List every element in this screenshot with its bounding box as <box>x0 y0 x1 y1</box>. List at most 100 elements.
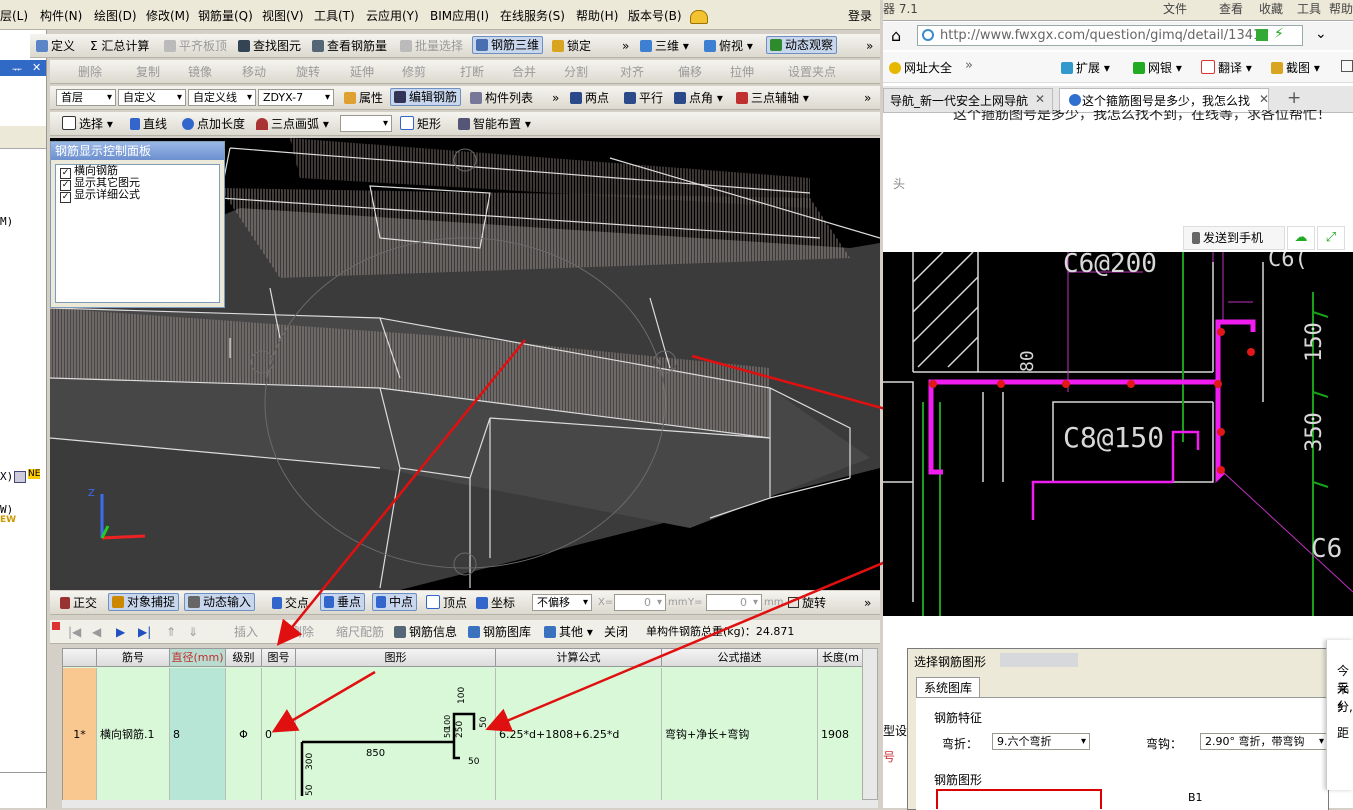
element-select[interactable]: ZDYX-7 <box>258 89 334 106</box>
col-header-name[interactable]: 筋号 <box>97 649 170 667</box>
translate-button[interactable]: 翻译 ▾ <box>1201 59 1252 76</box>
send-to-phone-button[interactable]: 发送到手机 <box>1183 226 1285 250</box>
chevron-down-icon[interactable]: ⌄ <box>1315 26 1327 42</box>
flat-slab-button[interactable]: 平齐板顶 <box>164 38 227 54</box>
browser-menu-view[interactable]: 查看 <box>1219 0 1243 17</box>
menu-modify[interactable]: 修改(M) <box>146 8 190 24</box>
menu-draw[interactable]: 绘图(D) <box>94 8 137 24</box>
login-link[interactable]: 登录 <box>848 8 872 24</box>
col-header-length[interactable]: 长度(m <box>818 649 863 667</box>
chevron-more-5[interactable]: » <box>864 595 871 611</box>
row-name-cell[interactable]: 横向钢筋.1 <box>97 668 170 801</box>
break-button[interactable]: 打断 <box>460 64 484 80</box>
cad-image[interactable]: C6@200 C6( C8@150 80 150 350 C6 <box>883 252 1353 616</box>
top-view-dropdown[interactable]: 俯视 ▾ <box>704 38 753 54</box>
merge-button[interactable]: 合并 <box>512 64 536 80</box>
fav-sites-link[interactable]: 网址大全 <box>889 59 952 76</box>
scale-rebar-button[interactable]: 缩尺配筋 <box>336 624 384 640</box>
close-icon[interactable]: ✕ <box>32 61 41 74</box>
chevron-more-1[interactable]: » <box>622 38 629 54</box>
offset-button[interactable]: 偏移 <box>678 64 702 80</box>
align-button[interactable]: 对齐 <box>620 64 644 80</box>
col-header-formula[interactable]: 计算公式 <box>496 649 662 667</box>
menu-version[interactable]: 版本号(B) <box>628 8 682 24</box>
row-shape-cell[interactable]: 850 50 300 50 100 50 250 100 50 <box>296 668 496 801</box>
subtype-select[interactable]: 自定义线 <box>188 89 256 106</box>
stretch-button[interactable]: 拉伸 <box>730 64 754 80</box>
next-record-button[interactable]: ▶ <box>116 624 125 640</box>
tab-question-close-icon[interactable]: ✕ <box>1259 92 1269 106</box>
pin-icon[interactable]: ᅲ <box>12 61 22 77</box>
last-record-button[interactable]: ▶| <box>138 624 151 640</box>
two-point-button[interactable]: 两点 <box>570 90 609 106</box>
row-diameter-cell[interactable]: 8 <box>170 668 226 801</box>
checkbox-show-formula[interactable]: ✓ 显示详细公式 <box>56 189 219 203</box>
trim-button[interactable]: 修剪 <box>402 64 426 80</box>
object-snap-button[interactable]: 对象捕捉 <box>108 593 180 611</box>
chevron-more-4[interactable]: » <box>864 90 871 106</box>
menu-bim[interactable]: BIM应用(I) <box>430 8 489 24</box>
rebar-library-button[interactable]: 钢筋图库 <box>468 624 531 640</box>
menu-rebar-qty[interactable]: 钢筋量(Q) <box>198 8 253 24</box>
arc-button[interactable]: 三点画弧 ▾ <box>256 116 329 132</box>
close-small-icon[interactable] <box>52 622 60 630</box>
first-record-button[interactable]: |◀ <box>68 624 81 640</box>
menu-view[interactable]: 视图(V) <box>262 8 304 24</box>
browser-tab-question[interactable]: 这个箍筋图号是多少，我怎么找 <box>1059 88 1269 112</box>
arc-mode-select[interactable] <box>340 115 392 132</box>
intersect-button[interactable]: 交点 <box>272 595 309 611</box>
rotate-button[interactable]: 旋转 <box>296 64 320 80</box>
chevron-more-2[interactable]: » <box>866 38 873 54</box>
bank-button[interactable]: 网银 ▾ <box>1133 59 1182 76</box>
move-button[interactable]: 移动 <box>242 64 266 80</box>
close-grid-button[interactable]: 关闭 <box>604 624 628 640</box>
menu-grid-icon[interactable] <box>1341 60 1353 72</box>
hook-select[interactable]: 2.90° 弯折，带弯钩 <box>1200 733 1328 750</box>
edit-rebar-button[interactable]: 编辑钢筋 <box>390 88 462 106</box>
smart-layout-button[interactable]: 智能布置 ▾ <box>458 116 531 132</box>
grid-vertical-scrollbar[interactable] <box>862 648 878 800</box>
home-icon[interactable]: ⌂ <box>891 26 901 45</box>
move-up-button[interactable]: ⇑ <box>166 624 176 640</box>
helmet-icon[interactable] <box>690 10 708 24</box>
rebar-3d-button[interactable]: 钢筋三维 <box>472 36 544 54</box>
y-input[interactable]: 0 <box>706 594 762 611</box>
copy-button[interactable]: 复制 <box>136 64 160 80</box>
browser-menu-fav[interactable]: 收藏 <box>1259 0 1283 17</box>
menu-component[interactable]: 构件(N) <box>40 8 82 24</box>
select-button[interactable]: 选择 ▾ <box>62 116 113 132</box>
set-point-button[interactable]: 设置夹点 <box>788 64 836 80</box>
floor-select[interactable]: 首层 <box>56 89 116 106</box>
menu-tools[interactable]: 工具(T) <box>314 8 355 24</box>
move-down-button[interactable]: ⇓ <box>188 624 198 640</box>
url-input[interactable]: http://www.fwxgx.com/question/gimq/detai… <box>917 25 1303 46</box>
menu-cloud[interactable]: 云应用(Y) <box>366 8 419 24</box>
browser-menu-help[interactable]: 帮助 <box>1329 0 1353 17</box>
point-angle-button[interactable]: 点角 ▾ <box>674 90 723 106</box>
delete-row-button[interactable]: 删除 <box>290 624 314 640</box>
rect-button[interactable]: 矩形 <box>400 116 441 132</box>
row-index-cell[interactable]: 1* <box>63 668 97 801</box>
browser-tab-nav[interactable]: 导航_新一代安全上网导航 <box>883 88 1053 112</box>
delete-button[interactable]: 删除 <box>78 64 102 80</box>
point-length-button[interactable]: 点加长度 <box>182 116 245 132</box>
col-header-shape-no[interactable]: 图号 <box>262 649 296 667</box>
qr-icon[interactable] <box>1256 29 1268 41</box>
row-length-cell[interactable]: 1908 <box>818 668 863 801</box>
row-desc-cell[interactable]: 弯钩+净长+弯钩 <box>662 668 818 801</box>
extension-button[interactable]: 扩展 ▾ <box>1061 59 1110 76</box>
menu-online[interactable]: 在线服务(S) <box>500 8 565 24</box>
perp-button[interactable]: 垂点 <box>320 593 366 611</box>
bend-select[interactable]: 9.六个弯折 <box>992 733 1090 750</box>
view-3d-dropdown[interactable]: 三维 ▾ <box>640 38 689 54</box>
line-button[interactable]: 直线 <box>130 116 167 132</box>
batch-select-button[interactable]: 批量选择 <box>400 38 463 54</box>
lock-button[interactable]: 锁定 <box>552 38 591 54</box>
tab-nav-close-icon[interactable]: ✕ <box>1035 92 1045 106</box>
coord-button[interactable]: 坐标 <box>476 595 515 611</box>
menu-help[interactable]: 帮助(H) <box>576 8 618 24</box>
prev-record-button[interactable]: ◀ <box>92 624 101 640</box>
cloud-button[interactable]: ☁ <box>1287 226 1315 250</box>
rebar-info-button[interactable]: 钢筋信息 <box>394 624 457 640</box>
define-button[interactable]: 定义 <box>36 38 75 54</box>
